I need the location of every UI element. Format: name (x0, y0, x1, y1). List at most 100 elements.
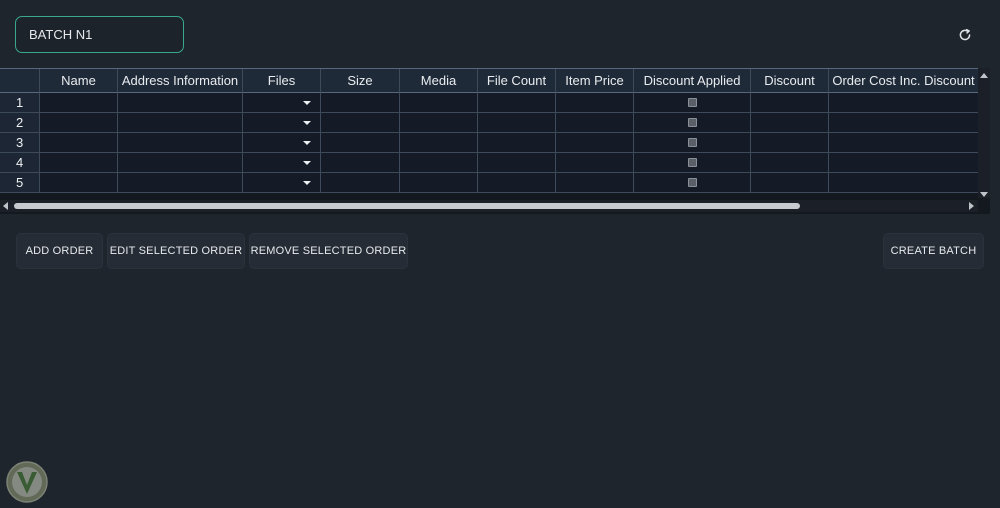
column-header-label: Size (347, 73, 373, 88)
cell-order-cost[interactable] (829, 173, 978, 193)
cell-size[interactable] (321, 113, 400, 133)
cell-address[interactable] (118, 93, 243, 113)
scroll-left-icon[interactable] (3, 202, 8, 210)
cell-file-count[interactable] (478, 93, 556, 113)
add-order-button[interactable]: ADD ORDER (16, 233, 103, 269)
cell-files-dropdown[interactable] (243, 93, 321, 113)
dropdown-arrow-icon[interactable] (303, 101, 311, 105)
cell-order-cost[interactable] (829, 113, 978, 133)
cell-address[interactable] (118, 173, 243, 193)
column-header-discount[interactable]: Discount (751, 69, 829, 93)
cell-discount[interactable] (751, 173, 829, 193)
cell-media[interactable] (400, 113, 478, 133)
column-header-label: Item Price (565, 73, 624, 88)
cell-order-cost[interactable] (829, 133, 978, 153)
cell-media[interactable] (400, 153, 478, 173)
cell-discount-applied[interactable] (634, 153, 751, 173)
scroll-up-icon[interactable] (980, 73, 988, 78)
cell-files-dropdown[interactable] (243, 133, 321, 153)
cell-files-dropdown[interactable] (243, 113, 321, 133)
cell-name[interactable] (40, 153, 118, 173)
column-header-files[interactable]: Files (243, 69, 321, 93)
cell-item-price[interactable] (556, 173, 634, 193)
cell-order-cost[interactable] (829, 153, 978, 173)
cell-size[interactable] (321, 133, 400, 153)
discount-applied-checkbox[interactable] (687, 158, 697, 167)
cell-discount[interactable] (751, 93, 829, 113)
cell-discount[interactable] (751, 153, 829, 173)
cell-discount-applied[interactable] (634, 133, 751, 153)
cell-name[interactable] (40, 173, 118, 193)
dropdown-arrow-icon[interactable] (303, 181, 311, 185)
create-batch-label: CREATE BATCH (890, 245, 977, 257)
cell-size[interactable] (321, 93, 400, 113)
scroll-down-icon[interactable] (980, 192, 988, 197)
cell-media[interactable] (400, 93, 478, 113)
table-row[interactable]: 3 (0, 133, 978, 153)
column-header-size[interactable]: Size (321, 69, 400, 93)
add-order-label: ADD ORDER (25, 245, 94, 257)
cell-discount[interactable] (751, 113, 829, 133)
cell-media[interactable] (400, 133, 478, 153)
cell-address[interactable] (118, 113, 243, 133)
row-number: 3 (0, 133, 40, 153)
cell-file-count[interactable] (478, 113, 556, 133)
table-row[interactable]: 4 (0, 153, 978, 173)
cell-file-count[interactable] (478, 153, 556, 173)
discount-applied-checkbox[interactable] (687, 138, 697, 147)
column-header-label: Address Information (121, 73, 239, 88)
cell-discount-applied[interactable] (634, 93, 751, 113)
cell-address[interactable] (118, 133, 243, 153)
column-header-media[interactable]: Media (400, 69, 478, 93)
discount-applied-checkbox[interactable] (687, 178, 697, 187)
row-number: 5 (0, 173, 40, 193)
cell-file-count[interactable] (478, 133, 556, 153)
cell-item-price[interactable] (556, 93, 634, 113)
cell-discount[interactable] (751, 133, 829, 153)
cell-discount-applied[interactable] (634, 173, 751, 193)
column-header-address[interactable]: Address Information (118, 69, 243, 93)
scroll-right-icon[interactable] (969, 202, 974, 210)
horizontal-scroll-thumb[interactable] (14, 203, 800, 209)
cell-address[interactable] (118, 153, 243, 173)
horizontal-scrollbar[interactable] (0, 200, 978, 212)
column-header-label: Media (420, 73, 457, 88)
edit-selected-order-button[interactable]: EDIT SELECTED ORDER (107, 233, 245, 269)
dropdown-arrow-icon[interactable] (303, 161, 311, 165)
create-batch-button[interactable]: CREATE BATCH (883, 233, 984, 269)
cell-name[interactable] (40, 113, 118, 133)
discount-applied-checkbox[interactable] (687, 118, 697, 127)
cell-name[interactable] (40, 93, 118, 113)
cell-size[interactable] (321, 153, 400, 173)
cell-size[interactable] (321, 173, 400, 193)
grid-corner-cell (0, 69, 40, 93)
column-header-item-price[interactable]: Item Price (556, 69, 634, 93)
cell-files-dropdown[interactable] (243, 173, 321, 193)
cell-file-count[interactable] (478, 173, 556, 193)
column-header-order-cost[interactable]: Order Cost Inc. Discount (829, 69, 978, 93)
cell-item-price[interactable] (556, 153, 634, 173)
watermark-logo-icon (5, 460, 49, 504)
table-row[interactable]: 5 (0, 173, 978, 193)
dropdown-arrow-icon[interactable] (303, 141, 311, 145)
cell-discount-applied[interactable] (634, 113, 751, 133)
column-header-name[interactable]: Name (40, 69, 118, 93)
column-header-file-count[interactable]: File Count (478, 69, 556, 93)
cell-order-cost[interactable] (829, 93, 978, 113)
column-header-label: Order Cost Inc. Discount (832, 73, 975, 88)
refresh-icon[interactable] (957, 27, 973, 43)
cell-files-dropdown[interactable] (243, 153, 321, 173)
table-row[interactable]: 2 (0, 113, 978, 133)
dropdown-arrow-icon[interactable] (303, 121, 311, 125)
column-header-discount-applied[interactable]: Discount Applied (634, 69, 751, 93)
cell-item-price[interactable] (556, 133, 634, 153)
cell-item-price[interactable] (556, 113, 634, 133)
discount-applied-checkbox[interactable] (687, 98, 697, 107)
remove-selected-order-button[interactable]: REMOVE SELECTED ORDER (249, 233, 408, 269)
orders-grid: Name Address Information Files Size Medi… (0, 68, 990, 214)
table-row[interactable]: 1 (0, 93, 978, 113)
cell-media[interactable] (400, 173, 478, 193)
vertical-scrollbar[interactable] (978, 68, 990, 198)
batch-name-field[interactable]: BATCH N1 (15, 16, 184, 53)
cell-name[interactable] (40, 133, 118, 153)
